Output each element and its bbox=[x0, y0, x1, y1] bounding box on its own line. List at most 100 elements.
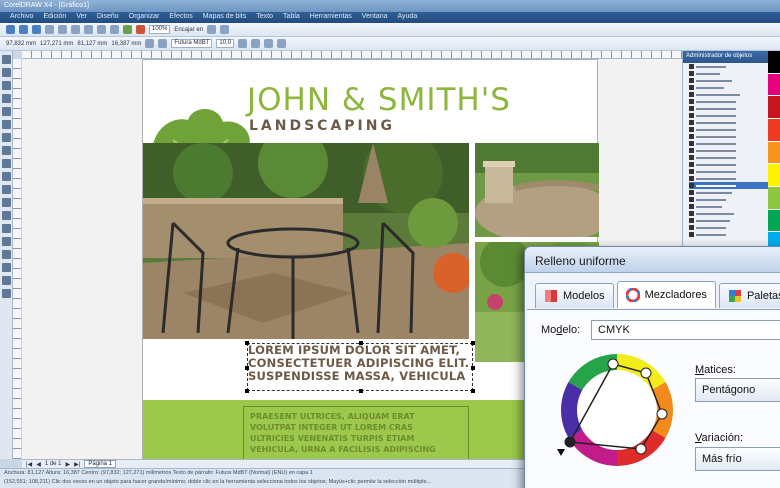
selection-handle[interactable] bbox=[245, 341, 249, 345]
tree-row[interactable] bbox=[689, 231, 768, 238]
tree-row[interactable] bbox=[689, 147, 768, 154]
table-tool-icon[interactable] bbox=[2, 198, 11, 207]
ellipse-tool-icon[interactable] bbox=[2, 146, 11, 155]
tree-row[interactable] bbox=[689, 168, 768, 175]
stone-patio-photo[interactable] bbox=[475, 143, 599, 237]
menu-diseno[interactable]: Diseño bbox=[97, 13, 119, 22]
dimension-tool-icon[interactable] bbox=[2, 211, 11, 220]
swatch[interactable] bbox=[768, 187, 780, 210]
tree-row[interactable] bbox=[689, 77, 768, 84]
selection-handle[interactable] bbox=[245, 389, 249, 393]
tree-row[interactable] bbox=[689, 133, 768, 140]
swatch[interactable] bbox=[768, 73, 780, 97]
swatch[interactable] bbox=[768, 141, 780, 165]
menu-efectos[interactable]: Efectos bbox=[169, 13, 192, 22]
selected-paragraph-text[interactable]: LOREM IPSUM DOLOR SIT AMET, CONSECTETUER… bbox=[245, 341, 475, 393]
vertical-ruler[interactable] bbox=[13, 59, 21, 459]
height-field[interactable]: 16,387 mm bbox=[111, 41, 141, 47]
eyedropper-tool-icon[interactable] bbox=[2, 250, 11, 259]
menu-ayuda[interactable]: Ayuda bbox=[398, 13, 418, 22]
tree-row[interactable] bbox=[689, 203, 768, 210]
pick-tool-icon[interactable] bbox=[2, 55, 11, 64]
zoom-tool-icon[interactable] bbox=[2, 94, 11, 103]
copy-icon[interactable] bbox=[71, 25, 80, 34]
tree-row[interactable] bbox=[689, 161, 768, 168]
undo-icon[interactable] bbox=[97, 25, 106, 34]
menu-organizar[interactable]: Organizar bbox=[129, 13, 160, 22]
menu-mapas-de-bits[interactable]: Mapas de bits bbox=[203, 13, 247, 22]
smart-fill-tool-icon[interactable] bbox=[2, 120, 11, 129]
new-document-icon[interactable] bbox=[6, 25, 15, 34]
blend-tool-icon[interactable] bbox=[2, 237, 11, 246]
patio-photo[interactable] bbox=[143, 143, 469, 339]
tab-mezcladores[interactable]: Mezcladores bbox=[616, 281, 716, 308]
tree-row-selected[interactable] bbox=[689, 182, 768, 189]
selection-handle[interactable] bbox=[471, 366, 475, 370]
position-y-field[interactable]: 127,271 mm bbox=[40, 41, 73, 47]
menu-archivo[interactable]: Archivo bbox=[10, 13, 33, 22]
tree-row[interactable] bbox=[689, 98, 768, 105]
tree-row[interactable] bbox=[689, 126, 768, 133]
shape-tool-icon[interactable] bbox=[2, 68, 11, 77]
tree-row[interactable] bbox=[689, 84, 768, 91]
text-tool-icon[interactable] bbox=[2, 185, 11, 194]
zoom-level-field[interactable]: 100% bbox=[149, 25, 171, 34]
prev-page-icon[interactable]: ◀ bbox=[36, 461, 41, 468]
swatch[interactable] bbox=[768, 51, 780, 74]
tree-row[interactable] bbox=[689, 175, 768, 182]
rectangle-tool-icon[interactable] bbox=[2, 133, 11, 142]
tab-paletas[interactable]: Paletas bbox=[718, 283, 780, 308]
cut-icon[interactable] bbox=[58, 25, 67, 34]
swatch[interactable] bbox=[768, 96, 780, 120]
hues-select[interactable]: Pentágono bbox=[695, 378, 780, 402]
swatch[interactable] bbox=[768, 119, 780, 142]
model-select[interactable]: CMYK bbox=[591, 320, 780, 340]
menu-herramientas[interactable]: Herramientas bbox=[310, 13, 352, 22]
swatch[interactable] bbox=[768, 164, 780, 188]
band-text-frame[interactable]: PRAESENT ULTRICES, ALIQUAM ERAT VOLUTPAT… bbox=[243, 406, 469, 459]
selection-handle[interactable] bbox=[471, 341, 475, 345]
tree-row[interactable] bbox=[689, 140, 768, 147]
tree-row[interactable] bbox=[689, 91, 768, 98]
tree-row[interactable] bbox=[689, 189, 768, 196]
tree-row[interactable] bbox=[689, 119, 768, 126]
menu-tabla[interactable]: Tabla bbox=[283, 13, 300, 22]
snap-to-dropdown[interactable]: Encajar en bbox=[174, 27, 203, 33]
bold-icon[interactable] bbox=[238, 39, 248, 48]
menu-texto[interactable]: Texto bbox=[256, 13, 273, 22]
selection-handle[interactable] bbox=[245, 366, 249, 370]
horizontal-ruler[interactable] bbox=[22, 51, 682, 59]
freehand-tool-icon[interactable] bbox=[2, 107, 11, 116]
position-x-field[interactable]: 97,832 mm bbox=[6, 41, 36, 47]
page-tab[interactable]: Página 1 bbox=[84, 460, 116, 468]
options-icon[interactable] bbox=[207, 25, 217, 34]
polygon-tool-icon[interactable] bbox=[2, 159, 11, 168]
italic-icon[interactable] bbox=[251, 39, 261, 48]
selection-handle[interactable] bbox=[471, 389, 475, 393]
document-title[interactable]: JOHN & SMITH'S bbox=[247, 82, 511, 118]
mirror-icon[interactable] bbox=[158, 39, 168, 48]
import-icon[interactable] bbox=[123, 25, 132, 34]
crop-tool-icon[interactable] bbox=[2, 81, 11, 90]
tree-row[interactable] bbox=[689, 63, 768, 70]
print-icon[interactable] bbox=[45, 25, 54, 34]
tree-row[interactable] bbox=[689, 196, 768, 203]
font-list-field[interactable]: Futura MdBT bbox=[171, 39, 213, 48]
tree-row[interactable] bbox=[689, 217, 768, 224]
selection-handle[interactable] bbox=[359, 341, 363, 345]
outline-tool-icon[interactable] bbox=[2, 263, 11, 272]
first-page-icon[interactable]: |◀ bbox=[26, 461, 32, 468]
redo-icon[interactable] bbox=[110, 25, 119, 34]
tree-row[interactable] bbox=[689, 210, 768, 217]
rotate-icon[interactable] bbox=[145, 39, 155, 48]
tab-modelos[interactable]: Modelos bbox=[535, 283, 614, 308]
align-icon[interactable] bbox=[277, 39, 287, 48]
interactive-fill-tool-icon[interactable] bbox=[2, 289, 11, 298]
tree-row[interactable] bbox=[689, 70, 768, 77]
connector-tool-icon[interactable] bbox=[2, 224, 11, 233]
selection-handle[interactable] bbox=[359, 389, 363, 393]
export-icon[interactable] bbox=[136, 25, 145, 34]
menu-edicion[interactable]: Edición bbox=[43, 13, 66, 22]
menu-ver[interactable]: Ver bbox=[76, 13, 87, 22]
open-icon[interactable] bbox=[19, 25, 28, 34]
